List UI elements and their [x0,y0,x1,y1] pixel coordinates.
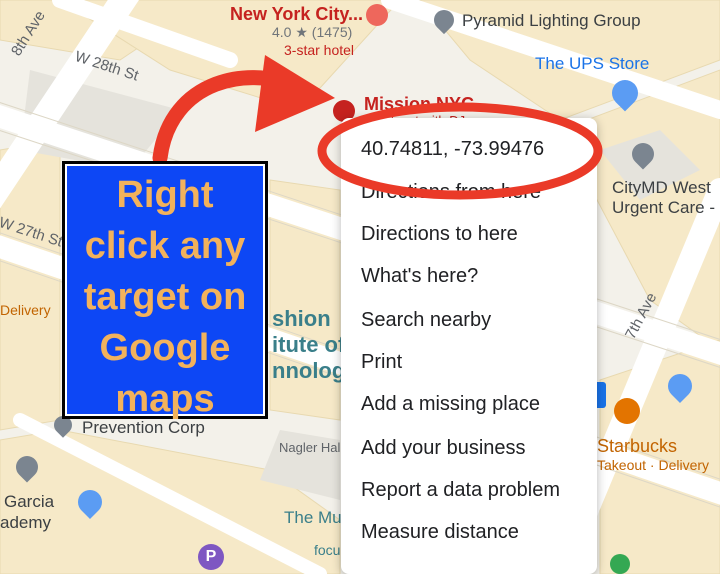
delivery-left-label: Delivery [0,302,51,318]
menu-add-missing-place[interactable]: Add a missing place [361,393,540,416]
hotel-rating: 4.0 ★ (1475) [272,24,353,40]
callout-line-2: click any [84,225,246,267]
green-poi-icon[interactable] [610,554,630,574]
garcia-label-line2: ademy [0,513,52,532]
callout-line-4: Google [99,327,231,369]
citymd-label-line1[interactable]: CityMD West [612,178,711,198]
menu-coordinates[interactable]: 40.74811, -73.99476 [361,138,544,161]
callout-text: Right click any target on Google maps [65,170,265,425]
museum-label[interactable]: The Mu [284,508,342,528]
callout-line-5: maps [115,378,215,420]
fit-label-line1[interactable]: shion [272,306,331,332]
starbucks-sub: Takeout · Delivery [597,457,710,473]
focus-label: focu [314,542,341,558]
mission-nyc-label[interactable]: Mission NYC [364,94,474,115]
context-menu: 40.74811, -73.99476 Directions from here… [341,118,597,574]
menu-print[interactable]: Print [361,351,402,374]
menu-directions-to-here[interactable]: Directions to here [361,223,518,246]
hotel-name[interactable]: New York City... [230,4,363,25]
hotel-class: 3-star hotel [284,42,355,58]
hotel-pin-icon[interactable] [366,4,388,26]
menu-add-your-business[interactable]: Add your business [361,437,526,460]
menu-whats-here[interactable]: What's here? [361,265,478,288]
fit-label-line2: itute of [272,332,346,357]
garcia-label-line1[interactable]: Garcia [4,492,54,512]
ups-store-label[interactable]: The UPS Store [535,54,649,74]
menu-report-data-problem[interactable]: Report a data problem [361,479,560,502]
callout-box: Right click any target on Google maps [62,161,268,420]
starbucks-label[interactable]: Starbucks [597,436,677,457]
cafe-icon[interactable] [614,398,640,424]
menu-search-nearby[interactable]: Search nearby [361,309,491,332]
callout-line-1: Right [116,174,214,216]
citymd-label-line2: Urgent Care - [612,198,715,217]
menu-measure-distance[interactable]: Measure distance [361,521,519,544]
callout-line-3: target on [83,276,247,318]
menu-directions-from-here[interactable]: Directions from here [361,181,541,204]
pyramid-lighting-label[interactable]: Pyramid Lighting Group [462,11,641,31]
parking-icon[interactable]: P [198,544,224,570]
nagler-hall-label[interactable]: Nagler Hall [279,440,343,455]
